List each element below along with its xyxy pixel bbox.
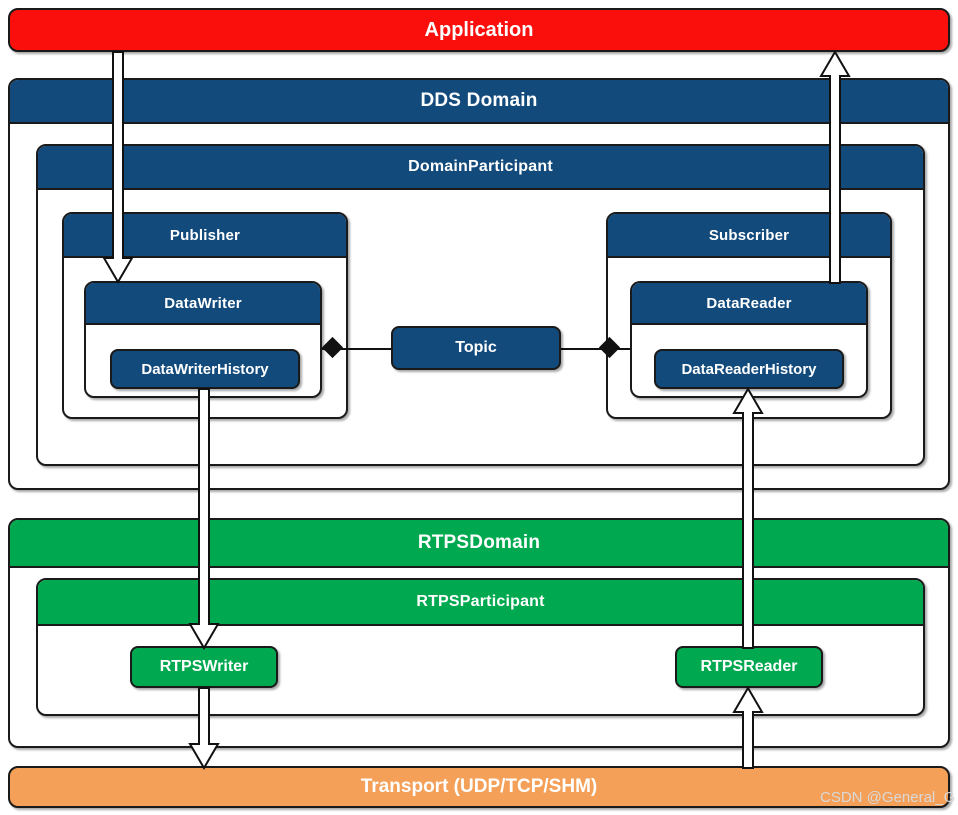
connector-arrows-layer	[102, 50, 851, 770]
topic-box[interactable]: Topic	[391, 326, 561, 370]
architecture-diagram: Application DDS Domain DomainParticipant…	[0, 0, 958, 815]
topic-label: Topic	[455, 339, 497, 356]
datareader-to-app-arrow-icon	[819, 50, 851, 284]
rtpsreader-to-datareaderhistory-arrow-icon	[732, 387, 764, 649]
datawriterhistory-to-rtpswriter-arrow-icon	[188, 388, 220, 650]
transport-to-rtpsreader-arrow-icon	[732, 686, 764, 769]
app-to-datawriter-arrow-icon	[102, 51, 134, 284]
rtpswriter-to-transport-arrow-icon	[188, 687, 220, 770]
watermark-label: CSDN @General_G	[820, 789, 956, 806]
datareader-topic-link	[561, 348, 630, 350]
